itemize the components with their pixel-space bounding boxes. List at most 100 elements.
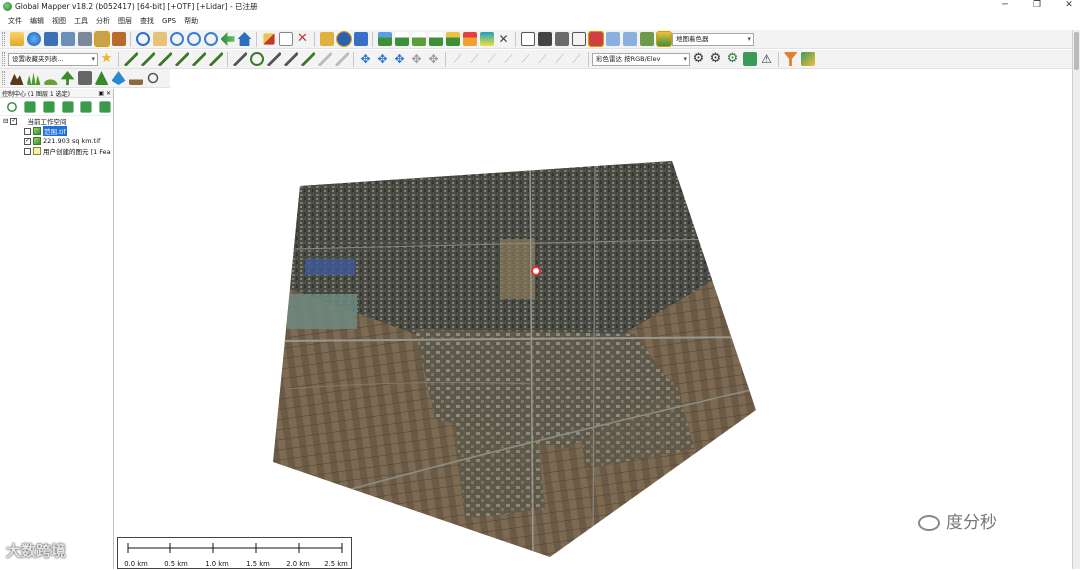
home-icon[interactable] [237,32,252,46]
toolbar-grip[interactable] [2,71,5,85]
map-canvas[interactable] [115,89,1072,569]
vertex-4-icon[interactable]: ⟋ [502,52,516,66]
layer-search-icon[interactable] [6,101,17,112]
menu-layer[interactable]: 图层 [118,16,132,26]
measure-icon[interactable] [319,32,334,46]
gear-1-icon[interactable]: ⚙ [692,52,706,66]
zoom-out-icon[interactable] [186,32,201,46]
map-marker[interactable] [531,266,541,276]
vertical-scrollbar[interactable] [1072,30,1080,569]
menu-analysis[interactable]: 分析 [96,16,110,26]
edit-5-icon[interactable] [317,52,332,66]
panel-close-icon[interactable]: ✕ [106,90,111,97]
ground-icon[interactable] [128,71,143,85]
layer-row[interactable]: 用户创建的图元 [1 Fea [0,146,113,156]
layer-1-icon[interactable] [520,32,535,46]
layer-remove-icon[interactable] [99,100,111,113]
layer-row[interactable]: 范围.tif [0,126,113,136]
maximize-button[interactable]: ❐ [1030,0,1044,10]
layer-4-icon[interactable] [571,32,586,46]
open-folder-icon[interactable] [9,32,24,46]
edit-lidar-icon[interactable] [800,52,815,66]
root-checkbox[interactable]: ✓ [10,117,18,125]
back-arrow-icon[interactable] [220,32,235,46]
target-icon[interactable] [249,52,264,66]
wrench-icon[interactable] [77,32,92,46]
hill-icon[interactable] [43,79,58,85]
config-icon[interactable] [111,32,126,46]
layer-label[interactable]: 用户创建的图元 [1 Fea [43,146,111,156]
draw-line-5-icon[interactable] [191,52,206,66]
zoom-in-icon[interactable] [169,32,184,46]
terrain-4-icon[interactable] [428,32,443,46]
edit-3-icon[interactable] [283,52,298,66]
menu-tools[interactable]: 工具 [74,16,88,26]
overlay-control-icon[interactable] [93,31,110,47]
layer-metadata-icon[interactable] [61,100,73,113]
terrain-1-icon[interactable] [377,32,392,46]
vertex-1-icon[interactable]: ⟋ [451,52,465,66]
menu-help[interactable]: 帮助 [184,16,198,26]
layer-3-icon[interactable] [554,32,569,46]
warning-icon[interactable]: ⚠ [760,52,774,66]
layer-2-icon[interactable] [537,32,552,46]
layer-checkbox[interactable]: ✓ [24,137,31,145]
terrain-6-icon[interactable] [462,32,477,46]
pin-icon[interactable]: ▣ [98,90,104,97]
menu-gps[interactable]: GPS [162,17,176,25]
layer-checkbox[interactable] [24,127,31,135]
search-icon[interactable] [147,72,158,84]
layer-7-icon[interactable] [622,32,637,46]
filter-icon[interactable] [783,52,798,66]
menu-search[interactable]: 查找 [140,16,154,26]
toolbar-grip[interactable] [2,32,5,46]
vertex-7-icon[interactable]: ⟋ [553,52,567,66]
favorites-select[interactable]: 设置收藏夹列表... [8,52,98,66]
classify-icon[interactable] [742,52,757,66]
copy-icon[interactable] [278,32,293,46]
edit-line-icon[interactable] [232,52,247,66]
path-profile-icon[interactable] [353,32,368,46]
layer-8-icon[interactable] [639,32,654,46]
pan-hand-icon[interactable] [152,32,167,46]
delete-icon[interactable]: ✕ [296,32,310,46]
terrain-2-icon[interactable] [394,32,409,46]
digitizer-icon[interactable] [135,32,150,46]
menu-edit[interactable]: 编辑 [30,16,44,26]
layer-5-icon[interactable] [587,31,604,47]
move-5-icon[interactable]: ✥ [427,52,441,66]
draw-line-2-icon[interactable] [140,52,155,66]
terrain-5-icon[interactable] [445,32,460,46]
gear-2-icon[interactable]: ⚙ [709,52,723,66]
shader-icon[interactable] [655,31,672,47]
water-icon[interactable] [111,71,126,85]
menu-file[interactable]: 文件 [8,16,22,26]
zoom-rect-icon[interactable] [203,32,218,46]
vertex-3-icon[interactable]: ⟋ [485,52,499,66]
vertex-2-icon[interactable]: ⟋ [468,52,482,66]
building-icon[interactable] [77,71,92,85]
tree-icon[interactable] [60,71,75,85]
move-3-icon[interactable]: ✥ [393,52,407,66]
terrain-3-icon[interactable] [411,32,426,46]
move-1-icon[interactable]: ✥ [359,52,373,66]
vertex-6-icon[interactable]: ⟋ [536,52,550,66]
lidar-color-select[interactable]: 彩色雷达 按RGB/Elev [592,52,690,66]
move-4-icon[interactable]: ✥ [410,52,424,66]
star-icon[interactable]: ★ [100,52,114,66]
layer-zoom-icon[interactable] [80,100,92,113]
draw-line-1-icon[interactable] [123,52,138,66]
shader-select[interactable]: 地图着色器 [672,32,754,46]
tree-root[interactable]: ⊟ ✓ 当前工作空间 [0,116,113,126]
toolbar-grip[interactable] [2,52,5,66]
layer-add-icon[interactable] [24,100,36,113]
globe-icon[interactable] [26,32,41,46]
move-2-icon[interactable]: ✥ [376,52,390,66]
minimize-button[interactable]: ─ [998,0,1012,10]
veg-icon[interactable] [94,71,109,85]
terrain-8-icon[interactable]: ✕ [497,32,511,46]
layer-6-icon[interactable] [605,32,620,46]
menu-view[interactable]: 视图 [52,16,66,26]
info-icon[interactable] [335,31,352,47]
collapse-icon[interactable]: ⊟ [3,117,8,125]
